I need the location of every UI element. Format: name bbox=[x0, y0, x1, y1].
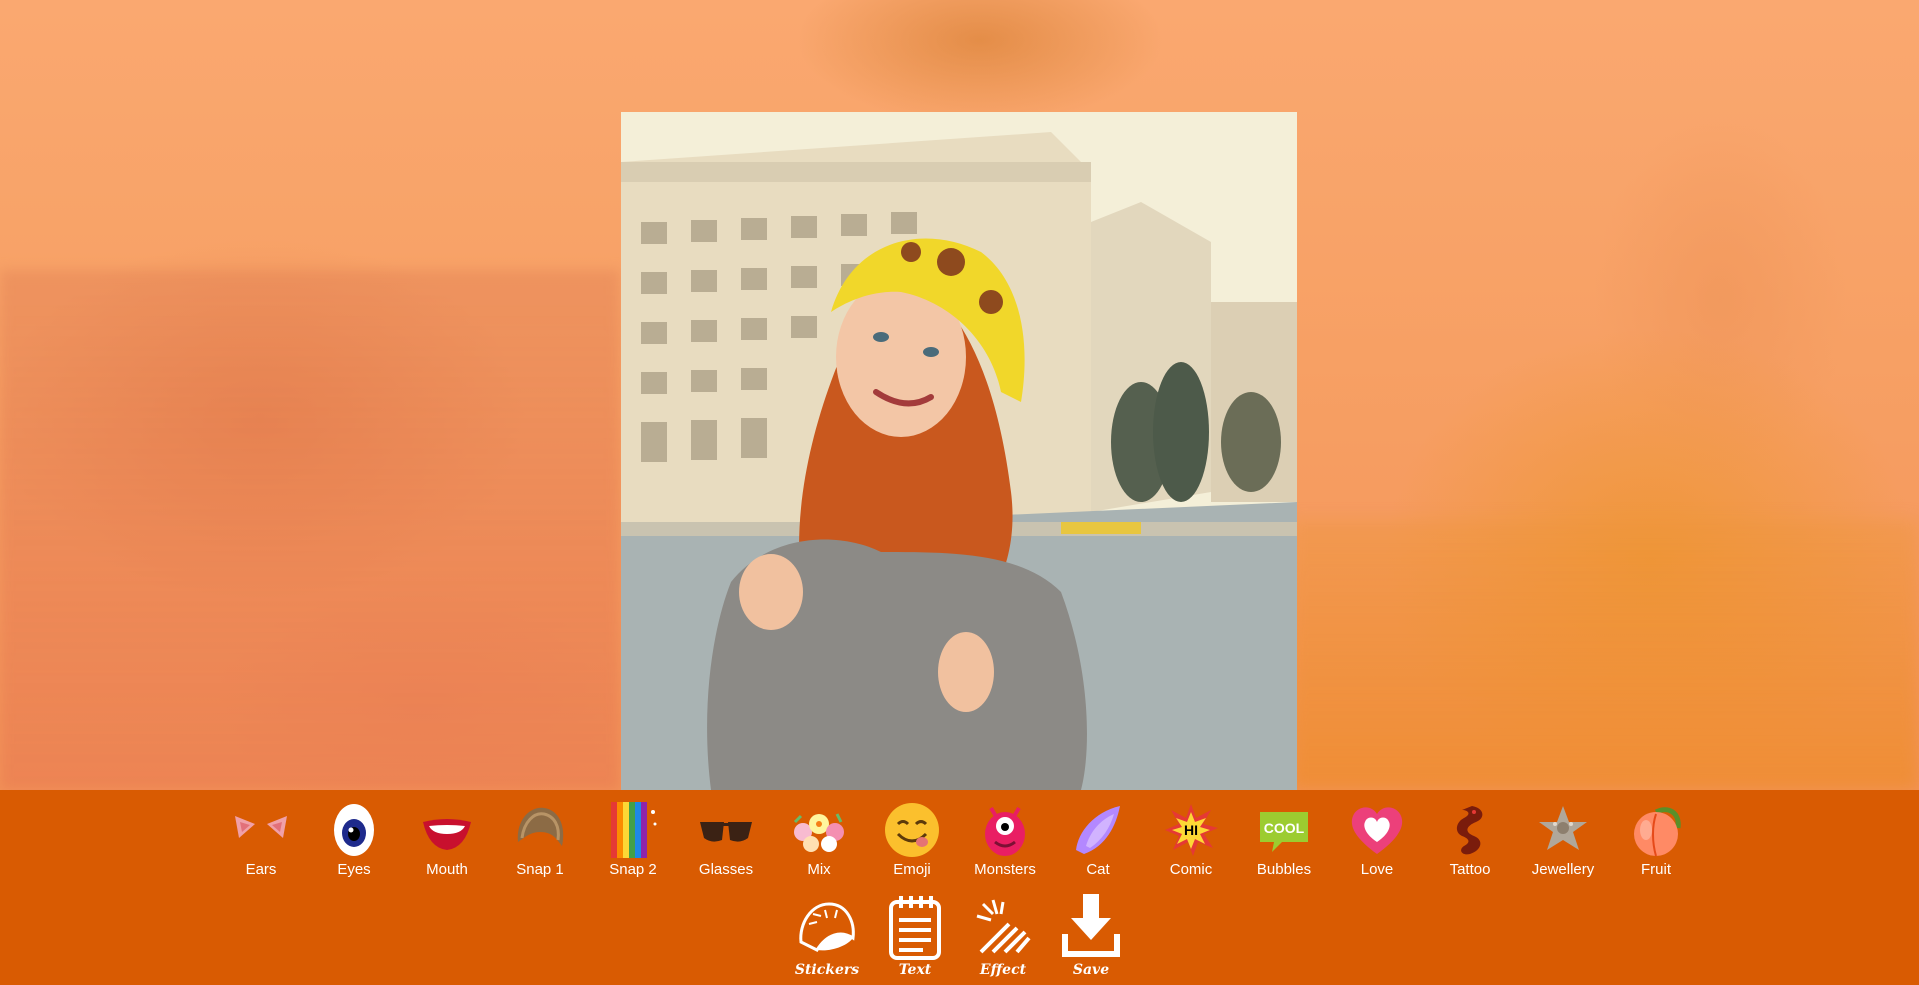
category-bar: Ears Eyes Mouth Snap 1 Snap 2 Glasses Mi… bbox=[0, 798, 1919, 882]
category-bubbles[interactable]: COOL Bubbles bbox=[1239, 798, 1329, 882]
action-label: Stickers bbox=[794, 962, 860, 978]
eye-icon bbox=[334, 804, 374, 856]
comic-burst-icon: HI bbox=[1165, 804, 1218, 856]
action-label: Text bbox=[898, 962, 932, 978]
category-glasses[interactable]: Glasses bbox=[681, 798, 771, 882]
category-label: Love bbox=[1360, 861, 1394, 878]
sparkle-wand-icon bbox=[976, 899, 1031, 954]
category-label: Emoji bbox=[893, 861, 931, 878]
rainbow-icon bbox=[611, 802, 657, 858]
mouth-icon bbox=[423, 819, 471, 850]
save-button[interactable]: Save bbox=[1051, 894, 1131, 982]
category-label: Tattoo bbox=[1449, 861, 1491, 878]
monster-icon bbox=[985, 806, 1025, 856]
category-comic[interactable]: HI Comic bbox=[1146, 798, 1236, 882]
category-label: Comic bbox=[1169, 861, 1213, 878]
category-snap1[interactable]: Snap 1 bbox=[495, 798, 585, 882]
action-label: Save bbox=[1072, 962, 1110, 978]
category-cat[interactable]: Cat bbox=[1053, 798, 1143, 882]
category-label: Mouth bbox=[426, 861, 468, 878]
category-love[interactable]: Love bbox=[1332, 798, 1422, 882]
category-eyes[interactable]: Eyes bbox=[309, 798, 399, 882]
heart-icon bbox=[1351, 807, 1403, 854]
category-emoji[interactable]: Emoji bbox=[867, 798, 957, 882]
notepad-icon bbox=[889, 896, 941, 960]
background-blur-right bbox=[1290, 520, 1919, 790]
sticker-toolbar: Ears Eyes Mouth Snap 1 Snap 2 Glasses Mi… bbox=[0, 790, 1919, 985]
speech-bubble-icon: COOL bbox=[1260, 812, 1308, 852]
category-mix[interactable]: Mix bbox=[774, 798, 864, 882]
cat-ears-icon bbox=[235, 816, 287, 838]
peach-icon bbox=[1634, 807, 1681, 857]
category-tattoo[interactable]: Tattoo bbox=[1425, 798, 1515, 882]
category-label: Cat bbox=[1086, 861, 1110, 878]
category-ears[interactable]: Ears bbox=[216, 798, 306, 882]
category-mouth[interactable]: Mouth bbox=[402, 798, 492, 882]
smiley-icon bbox=[885, 803, 939, 857]
background-blur-left bbox=[0, 270, 620, 790]
category-label: Monsters bbox=[974, 861, 1036, 878]
sticker-icon bbox=[799, 902, 855, 952]
dragon-icon bbox=[1456, 806, 1483, 855]
category-label: Ears bbox=[245, 861, 277, 878]
effect-button[interactable]: Effect bbox=[963, 894, 1043, 982]
category-label: Glasses bbox=[698, 861, 754, 878]
category-label: Fruit bbox=[1641, 861, 1671, 878]
category-fruit[interactable]: Fruit bbox=[1611, 798, 1701, 882]
photo-image bbox=[621, 112, 1297, 790]
sunglasses-icon bbox=[700, 822, 752, 842]
category-label: Jewellery bbox=[1531, 861, 1595, 878]
brooch-icon bbox=[1539, 806, 1587, 850]
category-label: Snap 1 bbox=[516, 861, 564, 878]
comic-text: HI bbox=[1184, 822, 1198, 838]
download-icon bbox=[1062, 894, 1120, 957]
flower-crown-icon bbox=[793, 813, 844, 852]
action-label: Effect bbox=[979, 962, 1027, 978]
hair-icon bbox=[517, 807, 564, 846]
category-snap2[interactable]: Snap 2 bbox=[588, 798, 678, 882]
text-button[interactable]: Text bbox=[875, 894, 955, 982]
category-label: Bubbles bbox=[1256, 861, 1312, 878]
cat-ear-icon bbox=[1076, 806, 1120, 854]
bubble-text: COOL bbox=[1264, 820, 1305, 836]
category-monsters[interactable]: Monsters bbox=[960, 798, 1050, 882]
category-label: Mix bbox=[807, 861, 831, 878]
category-label: Snap 2 bbox=[609, 861, 657, 878]
category-label: Eyes bbox=[337, 861, 371, 878]
photo-canvas[interactable] bbox=[621, 112, 1297, 790]
category-jewellery[interactable]: Jewellery bbox=[1518, 798, 1608, 882]
stickers-button[interactable]: Stickers bbox=[787, 894, 867, 982]
